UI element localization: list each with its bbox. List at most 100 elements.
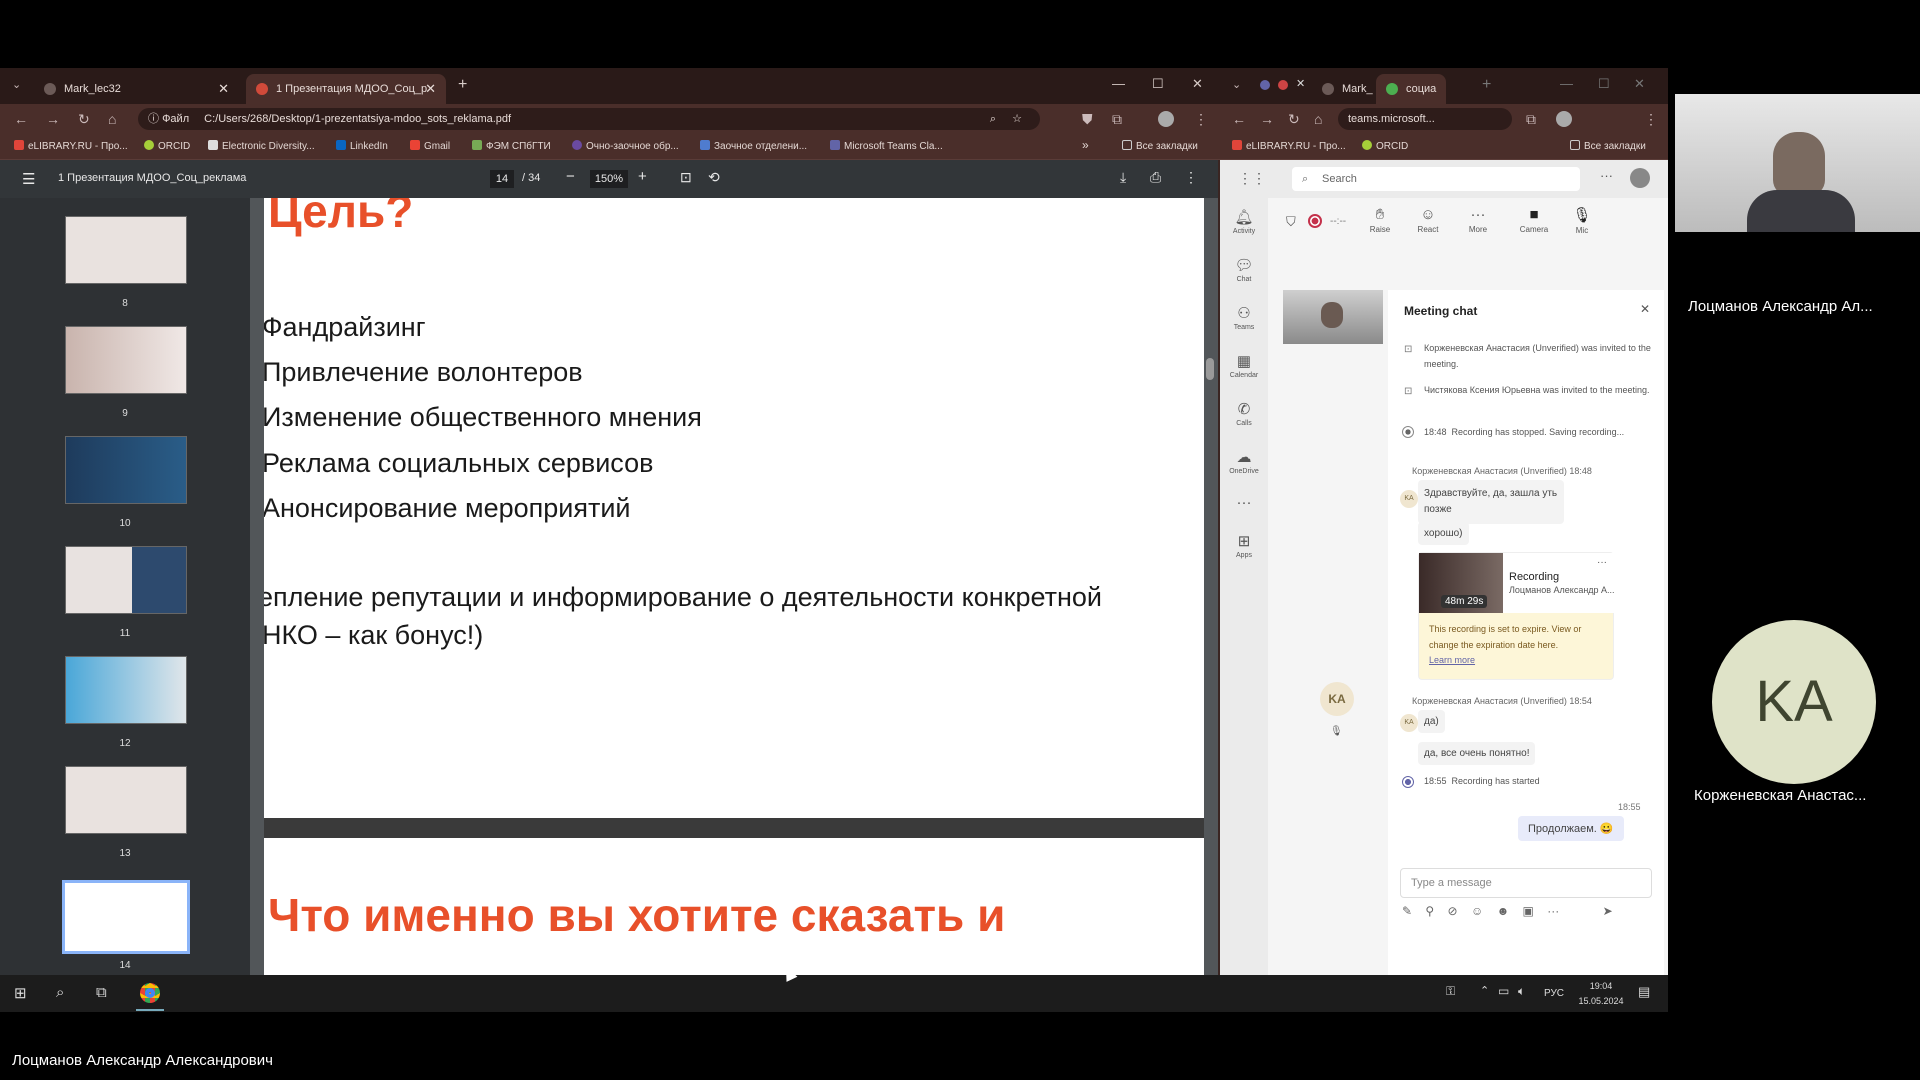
network-indicator-icon[interactable]: ⚿ [1446, 984, 1455, 999]
settings-more-icon[interactable]: ··· [1600, 168, 1613, 183]
clock[interactable]: 19:04 15.05.2024 [1578, 979, 1624, 1009]
forward-icon[interactable]: → [1260, 111, 1274, 127]
tab-search-icon[interactable]: ⌄ [1232, 78, 1241, 91]
bookmark-gmail[interactable]: Gmail [410, 140, 450, 152]
language-indicator[interactable]: РУС [1544, 988, 1564, 999]
rail-apps[interactable]: ⊞ Apps [1220, 532, 1268, 559]
recording-tab-icon[interactable] [1278, 80, 1288, 90]
profile-avatar[interactable] [1158, 111, 1174, 127]
send-icon[interactable]: ➤ [1603, 904, 1613, 918]
more-bookmarks-button[interactable]: » [1082, 138, 1089, 152]
search-icon[interactable]: ⌕ [56, 984, 64, 1001]
close-chat-icon[interactable]: ✕ [1640, 302, 1650, 316]
rail-calls[interactable]: ✆ Calls [1220, 400, 1268, 427]
thumbnail-page-9[interactable] [65, 326, 187, 394]
thumbnail-page-11[interactable] [65, 546, 187, 614]
teams-tab-icon[interactable] [1260, 80, 1270, 90]
zoom-in-icon[interactable]: + [638, 168, 647, 185]
rail-more[interactable]: ··· [1220, 494, 1268, 513]
windows-start-icon[interactable]: ⊞ [14, 984, 27, 1002]
bookmark-elibrary[interactable]: eLIBRARY.RU - Про... [14, 140, 128, 152]
zoom-out-icon[interactable]: − [566, 168, 575, 185]
raise-hand-button[interactable]: ✋︎ Raise [1360, 206, 1400, 234]
extensions-icon[interactable]: ⧉ [1526, 111, 1536, 128]
minimize-icon[interactable]: — [1560, 76, 1573, 91]
new-tab-icon[interactable]: + [458, 76, 467, 94]
zoom-input[interactable]: 150% [590, 170, 628, 188]
home-icon[interactable]: ⌂ [108, 111, 116, 127]
bookmark-elibrary[interactable]: eLIBRARY.RU - Про... [1232, 140, 1346, 152]
tab-mark[interactable]: Mark_ [1312, 74, 1374, 104]
react-button[interactable]: ☺ React [1408, 206, 1448, 234]
new-tab-icon[interactable]: + [1482, 76, 1491, 94]
camera-button[interactable]: ■ Camera [1514, 206, 1554, 234]
bookmark-orcid[interactable]: ORCID [1362, 140, 1408, 152]
attach-icon[interactable]: ⚲ [1425, 904, 1434, 918]
app-launcher-icon[interactable]: ⋮⋮ [1238, 170, 1266, 187]
close-window-icon[interactable]: ✕ [1192, 76, 1203, 92]
user-avatar[interactable] [1630, 168, 1650, 188]
more-options-icon[interactable]: ⋮ [1184, 169, 1198, 186]
extensions-icon[interactable]: ⧉ [1112, 111, 1122, 128]
back-icon[interactable]: ← [1232, 111, 1246, 127]
tray-expand-icon[interactable]: ⌃ [1480, 984, 1489, 997]
gif-icon[interactable]: ▣ [1523, 904, 1534, 918]
close-tab-icon[interactable]: ✕ [1296, 77, 1305, 90]
bookmark-linkedin[interactable]: LinkedIn [336, 140, 388, 152]
teams-url-field[interactable]: teams.microsoft... [1338, 108, 1512, 130]
bookmark-star-icon[interactable]: ☆ [1012, 108, 1022, 130]
chrome-icon[interactable] [140, 983, 160, 1003]
recording-card[interactable]: 48m 29s Recording Лоцманов Александр А..… [1418, 552, 1615, 680]
page-number-input[interactable]: 14 [490, 170, 514, 188]
learn-more-link[interactable]: Learn more [1429, 655, 1475, 665]
bookmark-orcid[interactable]: ORCID [144, 140, 190, 152]
self-video-tile[interactable] [1283, 290, 1383, 344]
thumbnail-page-8[interactable] [65, 216, 187, 284]
zoom-icon[interactable]: ⌕ [990, 108, 996, 130]
rail-calendar[interactable]: ▦ Calendar [1220, 352, 1268, 379]
bookmark-electronic-diversity[interactable]: Electronic Diversity... [208, 140, 315, 152]
sidebar-menu-icon[interactable]: ☰ [22, 170, 35, 188]
bookmark-ochno-zaochnoe[interactable]: Очно-заочное обр... [572, 140, 679, 152]
vertical-scrollbar-thumb[interactable] [1206, 358, 1214, 380]
task-view-icon[interactable]: ⧉ [96, 984, 107, 1001]
home-icon[interactable]: ⌂ [1314, 111, 1322, 127]
format-icon[interactable]: ✎ [1402, 904, 1412, 918]
volume-icon[interactable]: 🔈︎ [1518, 984, 1525, 999]
menu-icon[interactable]: ⋮ [1194, 111, 1208, 128]
bookmark-zaochnoe[interactable]: Заочное отделени... [700, 140, 807, 152]
download-icon[interactable]: ⤓ [1120, 169, 1126, 186]
sticker-icon[interactable]: ☺ [1471, 904, 1483, 918]
bookmark-fem[interactable]: ФЭМ СПбГТИ [472, 140, 551, 152]
notifications-icon[interactable]: ▤ [1638, 984, 1650, 1000]
reload-icon[interactable]: ↻ [78, 111, 90, 128]
back-icon[interactable]: ← [14, 111, 28, 127]
shield-icon[interactable]: ⛊ [1082, 111, 1093, 128]
more-button[interactable]: ··· More [1458, 206, 1498, 234]
thumbnail-page-12[interactable] [65, 656, 187, 724]
close-tab-icon[interactable]: ✕ [218, 74, 229, 104]
close-tab-icon[interactable]: ✕ [425, 74, 436, 104]
fit-page-icon[interactable]: ⊡ [680, 169, 692, 186]
bookmark-teams-class[interactable]: Microsoft Teams Cla... [830, 140, 943, 152]
profile-avatar[interactable] [1556, 111, 1572, 127]
rail-chat[interactable]: 💬︎ Chat [1220, 256, 1268, 283]
menu-icon[interactable]: ⋮ [1644, 111, 1658, 128]
rail-teams[interactable]: ⚇ Teams [1220, 304, 1268, 331]
print-icon[interactable]: ⎙ [1150, 169, 1161, 186]
mic-button[interactable]: 🎙︎ Mic [1562, 206, 1602, 235]
more-options-icon[interactable]: ··· [1547, 904, 1559, 918]
rail-onedrive[interactable]: ☁ OneDrive [1220, 448, 1268, 475]
recording-more-icon[interactable]: ··· [1597, 557, 1607, 568]
loop-icon[interactable]: ⊘ [1448, 904, 1458, 918]
emoji-icon[interactable]: ☻ [1497, 904, 1510, 918]
thumbnail-page-10[interactable] [65, 436, 187, 504]
all-bookmarks-button[interactable]: Все закладки [1570, 140, 1646, 152]
reload-icon[interactable]: ↻ [1288, 111, 1300, 128]
rail-activity[interactable]: 🔔︎ Activity [1220, 208, 1268, 235]
forward-icon[interactable]: → [46, 111, 60, 127]
tab-search-icon[interactable]: ⌄ [12, 78, 21, 91]
rotate-icon[interactable]: ⟲ [708, 169, 720, 186]
message-input[interactable]: Type a message [1400, 868, 1652, 898]
thumbnail-page-13[interactable] [65, 766, 187, 834]
